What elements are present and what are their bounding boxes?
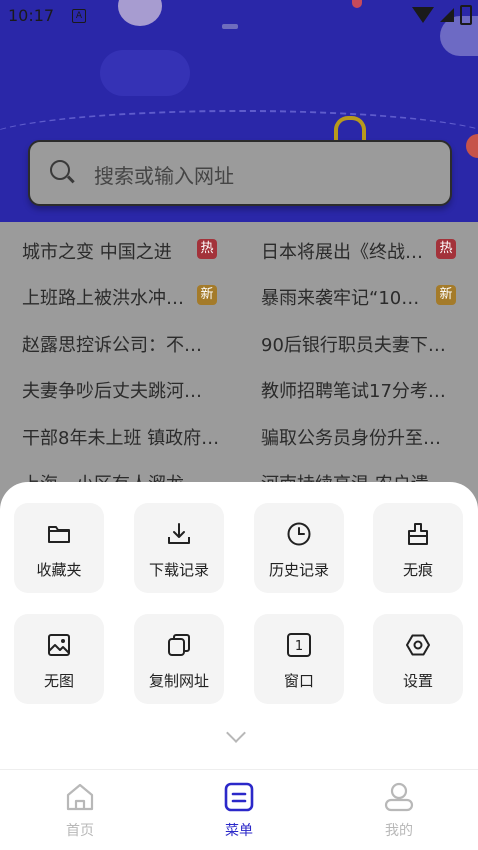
nav-menu[interactable]: 菜单	[179, 770, 299, 850]
incognito-button[interactable]: 无痕	[373, 503, 463, 593]
window-label: 窗口	[283, 672, 314, 690]
hot-list-item[interactable]: 骗取公务员身份升至…	[261, 424, 441, 450]
nav-menu-label: 菜单	[225, 823, 253, 839]
folder-icon	[48, 526, 70, 543]
new-badge: 新	[197, 285, 217, 305]
hot-list-item[interactable]: 教师招聘笔试17分考…	[261, 377, 446, 403]
copy-icon	[168, 634, 190, 656]
nav-profile[interactable]: 我的	[339, 770, 459, 850]
hot-list-item[interactable]: 90后银行职员夫妻下…	[261, 331, 446, 357]
signal-icon	[440, 8, 454, 22]
nav-profile-label: 我的	[385, 823, 413, 839]
hot-list-item[interactable]: 日本将展出《终战…	[261, 238, 423, 264]
cloud-decoration	[100, 50, 190, 96]
incognito-label: 无痕	[402, 561, 433, 579]
window-count: 1	[295, 639, 303, 654]
window-icon: 1	[287, 633, 311, 657]
hot-list-item[interactable]: 干部8年未上班 镇政府…	[22, 424, 219, 450]
favorites-label: 收藏夹	[36, 561, 82, 579]
settings-label: 设置	[402, 672, 433, 690]
status-time: 10:17	[8, 6, 55, 25]
nav-home[interactable]: 首页	[20, 770, 140, 850]
downloads-button[interactable]: 下载记录	[134, 503, 224, 593]
hot-list-item[interactable]: 暴雨来袭牢记“10…	[261, 284, 419, 310]
wifi-icon	[412, 7, 434, 23]
window-button[interactable]: 1 窗口	[254, 614, 344, 704]
hot-badge: 热	[197, 239, 217, 259]
no-image-label: 无图	[43, 672, 74, 690]
clock-icon	[287, 522, 311, 546]
settings-icon	[406, 634, 430, 656]
nav-home-label: 首页	[66, 823, 94, 839]
hot-badge: 热	[436, 239, 456, 259]
battery-icon	[460, 5, 472, 25]
hot-list-item[interactable]: 赵露思控诉公司：不…	[22, 331, 202, 357]
menu-icon	[224, 782, 254, 812]
hot-list-item[interactable]: 城市之变 中国之进	[22, 238, 172, 264]
search-icon	[50, 160, 70, 180]
copy-url-label: 复制网址	[148, 672, 209, 690]
hot-list-item[interactable]: 夫妻争吵后丈夫跳河…	[22, 377, 202, 403]
brush-icon	[408, 523, 428, 545]
download-icon	[168, 523, 190, 544]
hot-list-item[interactable]: 上班路上被洪水冲…	[22, 284, 184, 310]
new-badge: 新	[436, 285, 456, 305]
bottom-nav: 首页 菜单 我的	[0, 769, 478, 850]
history-label: 历史记录	[268, 561, 329, 579]
favorites-button[interactable]: 收藏夹	[14, 503, 104, 593]
copy-url-button[interactable]: 复制网址	[134, 614, 224, 704]
image-icon	[48, 634, 70, 656]
search-placeholder: 搜索或输入网址	[94, 164, 234, 188]
history-button[interactable]: 历史记录	[254, 503, 344, 593]
no-image-button[interactable]: 无图	[14, 614, 104, 704]
settings-button[interactable]: 设置	[373, 614, 463, 704]
profile-icon	[384, 782, 414, 812]
home-icon	[66, 783, 94, 811]
notification-icon: A	[72, 9, 86, 23]
downloads-label: 下载记录	[148, 561, 209, 579]
status-bar: 10:17 A	[0, 0, 478, 32]
search-bar[interactable]: 搜索或输入网址	[28, 140, 452, 206]
